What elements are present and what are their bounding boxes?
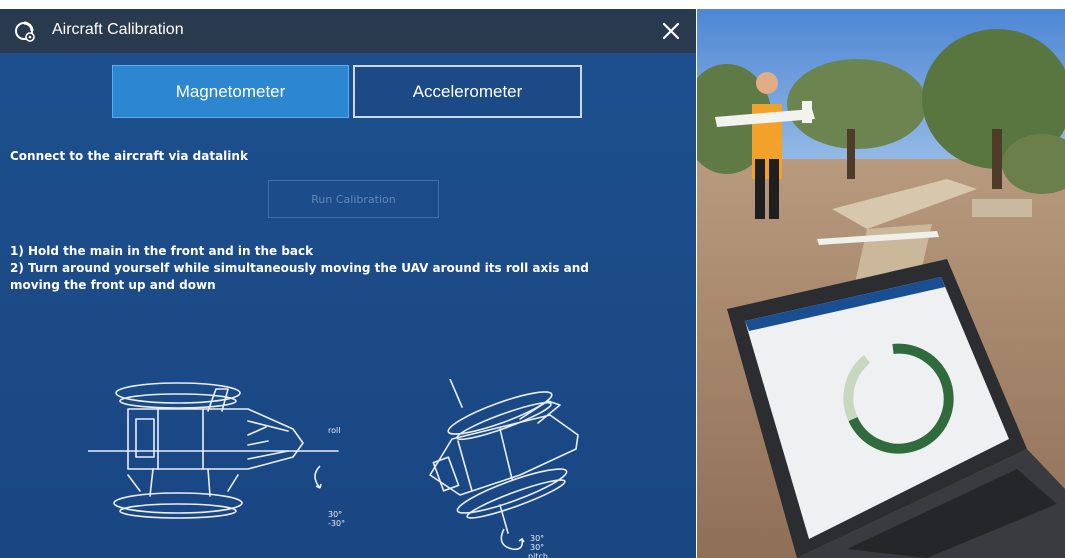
pitch-range-upper: 30° <box>530 534 544 543</box>
calibration-icon <box>13 20 37 44</box>
instruction-line: moving the front up and down <box>10 278 216 292</box>
roll-label: roll <box>328 426 340 435</box>
instruction-line: 1) Hold the main in the front and in the… <box>10 244 314 258</box>
roll-range-lower: -30° <box>328 519 345 528</box>
tab-magnetometer[interactable]: Magnetometer <box>112 65 349 118</box>
dialog-titlebar: Aircraft Calibration <box>0 9 696 53</box>
roll-motion-diagram: roll 30° -30° <box>88 382 345 528</box>
connection-status-text: Connect to the aircraft via datalink <box>10 149 248 163</box>
calibration-instructions: 1) Hold the main in the front and in the… <box>10 243 686 294</box>
pitch-range-lower: 30° <box>530 543 544 552</box>
pitch-motion-diagram: 30° 30° pitch <box>429 379 579 558</box>
field-calibration-photo <box>697 9 1065 558</box>
dialog-title: Aircraft Calibration <box>52 21 184 38</box>
calibration-dialog: Aircraft Calibration Magnetometer Accele… <box>0 9 696 558</box>
instruction-line: 2) Turn around yourself while simultaneo… <box>10 261 589 275</box>
pitch-label: pitch <box>528 552 548 558</box>
roll-range-upper: 30° <box>328 510 342 519</box>
close-button[interactable] <box>654 14 688 48</box>
dialog-body: Magnetometer Accelerometer Connect to th… <box>0 53 696 558</box>
tab-accelerometer[interactable]: Accelerometer <box>353 65 582 118</box>
run-calibration-button[interactable]: Run Calibration <box>268 180 439 218</box>
close-icon <box>662 22 680 40</box>
